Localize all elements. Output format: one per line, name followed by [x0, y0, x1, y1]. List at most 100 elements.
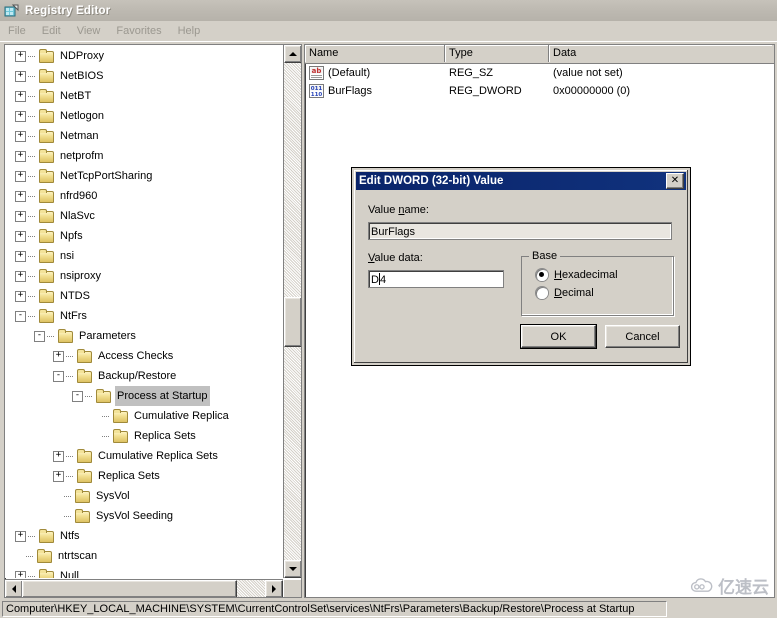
expand-icon[interactable]: + [15, 210, 26, 222]
tree-scroll-down-button[interactable] [284, 560, 301, 578]
column-header-data[interactable]: Data [549, 45, 772, 62]
tree-scroll-thumb[interactable] [284, 297, 301, 347]
tree-connector [28, 535, 36, 537]
expand-icon[interactable]: + [15, 230, 26, 242]
tree-horizontal-scrollbar[interactable] [5, 579, 283, 597]
base-group-label: Base [529, 250, 561, 262]
value-name-input[interactable]: BurFlags [368, 222, 672, 240]
tree-node[interactable]: + Cumulative Replica Sets [5, 446, 283, 466]
expand-icon[interactable]: + [15, 250, 26, 262]
table-row[interactable]: 011 110 BurFlags REG_DWORD 0x00000000 (0) [305, 82, 774, 100]
expand-icon[interactable]: + [15, 570, 26, 578]
cancel-button[interactable]: Cancel [605, 325, 680, 348]
tree-node[interactable]: + NetTcpPortSharing [5, 166, 283, 186]
expand-icon[interactable]: + [53, 470, 64, 482]
value-name-cell: (Default) [328, 67, 371, 79]
tree-node[interactable]: SysVol Seeding [5, 506, 283, 526]
collapse-icon[interactable]: - [72, 390, 83, 402]
radio-hexadecimal[interactable]: Hexadecimal [536, 269, 673, 281]
tree-scroll-right-button[interactable] [265, 580, 283, 597]
close-icon[interactable]: ✕ [666, 173, 684, 189]
tree-connector [26, 555, 34, 557]
tree-node[interactable]: + NDProxy [5, 46, 283, 66]
tree-node[interactable]: + Npfs [5, 226, 283, 246]
menubar: File Edit View Favorites Help [0, 21, 777, 42]
arrow-up-icon [289, 52, 297, 56]
tree-connector [64, 515, 72, 517]
expand-icon[interactable]: + [15, 290, 26, 302]
value-data-input[interactable]: D4 [368, 270, 504, 288]
menu-help[interactable]: Help [170, 23, 209, 39]
tree-connector [28, 315, 36, 317]
folder-icon [38, 569, 54, 578]
folder-icon [38, 249, 54, 263]
cloud-icon [690, 577, 713, 592]
tree-connector [102, 415, 110, 417]
expand-icon[interactable]: + [15, 190, 26, 202]
arrow-down-icon [289, 567, 297, 571]
expand-icon[interactable]: + [15, 130, 26, 142]
expand-icon[interactable]: + [15, 170, 26, 182]
registry-tree[interactable]: + NDProxy + NetBIOS + NetBT + Netlogon + Netman + n… [5, 46, 283, 578]
tree-hscroll-thumb[interactable] [22, 580, 237, 597]
folder-icon [74, 509, 90, 523]
tree-node[interactable]: + Access Checks [5, 346, 283, 366]
tree-node[interactable]: + nfrd960 [5, 186, 283, 206]
menu-edit[interactable]: Edit [34, 23, 69, 39]
tree-node[interactable]: + NlaSvc [5, 206, 283, 226]
tree-node[interactable]: - Backup/Restore [5, 366, 283, 386]
expand-icon[interactable]: + [15, 70, 26, 82]
column-header-type[interactable]: Type [445, 45, 549, 62]
tree-scroll-left-button[interactable] [5, 580, 23, 597]
expand-icon[interactable]: + [15, 90, 26, 102]
folder-icon [38, 49, 54, 63]
tree-scroll-up-button[interactable] [284, 45, 301, 63]
expand-icon[interactable]: + [15, 110, 26, 122]
dialog-titlebar: Edit DWORD (32-bit) Value ✕ [356, 172, 686, 190]
expand-icon[interactable]: + [15, 530, 26, 542]
tree-node[interactable]: SysVol [5, 486, 283, 506]
folder-icon [38, 89, 54, 103]
table-row[interactable]: ab (Default) REG_SZ (value not set) [305, 64, 774, 82]
collapse-icon[interactable]: - [15, 310, 26, 322]
menu-file[interactable]: File [0, 23, 34, 39]
collapse-icon[interactable]: - [53, 370, 64, 382]
value-data-label: Value data: [368, 252, 423, 264]
expand-icon[interactable]: + [53, 350, 64, 362]
expand-icon[interactable]: + [15, 50, 26, 62]
tree-connector [28, 75, 36, 77]
collapse-icon[interactable]: - [34, 330, 45, 342]
radio-decimal[interactable]: Decimal [536, 287, 673, 299]
tree-node[interactable]: + netprofm [5, 146, 283, 166]
tree-connector [28, 95, 36, 97]
registry-tree-clip: + NDProxy + NetBIOS + NetBT + Netlogon + Netman + n… [5, 45, 283, 578]
tree-node[interactable]: - Process at Startup [5, 386, 283, 406]
tree-node[interactable]: Cumulative Replica [5, 406, 283, 426]
tree-node[interactable]: Replica Sets [5, 426, 283, 446]
expand-icon[interactable]: + [15, 150, 26, 162]
values-list-body[interactable]: ab (Default) REG_SZ (value not set) 011 110 Bu… [305, 64, 774, 100]
ok-button[interactable]: OK [520, 324, 597, 349]
tree-node[interactable]: + Ntfs [5, 526, 283, 546]
tree-node[interactable]: + NetBIOS [5, 66, 283, 86]
arrow-left-icon [12, 585, 16, 593]
tree-node[interactable]: + NetBT [5, 86, 283, 106]
tree-vertical-scrollbar[interactable] [283, 45, 301, 578]
expand-icon[interactable]: + [15, 270, 26, 282]
tree-node[interactable]: + Replica Sets [5, 466, 283, 486]
tree-node[interactable]: + NTDS [5, 286, 283, 306]
menu-favorites[interactable]: Favorites [108, 23, 169, 39]
tree-node[interactable]: + nsi [5, 246, 283, 266]
tree-node-label: Cumulative Replica Sets [98, 450, 218, 462]
menu-view[interactable]: View [69, 23, 109, 39]
tree-node[interactable]: + Netlogon [5, 106, 283, 126]
tree-node[interactable]: ntrtscan [5, 546, 283, 566]
tree-node[interactable]: - Parameters [5, 326, 283, 346]
tree-node[interactable]: + Netman [5, 126, 283, 146]
tree-node[interactable]: + Null [5, 566, 283, 578]
tree-node[interactable]: + nsiproxy [5, 266, 283, 286]
column-header-name[interactable]: Name [305, 45, 445, 62]
expand-icon[interactable]: + [53, 450, 64, 462]
tree-connector [28, 135, 36, 137]
tree-node[interactable]: - NtFrs [5, 306, 283, 326]
